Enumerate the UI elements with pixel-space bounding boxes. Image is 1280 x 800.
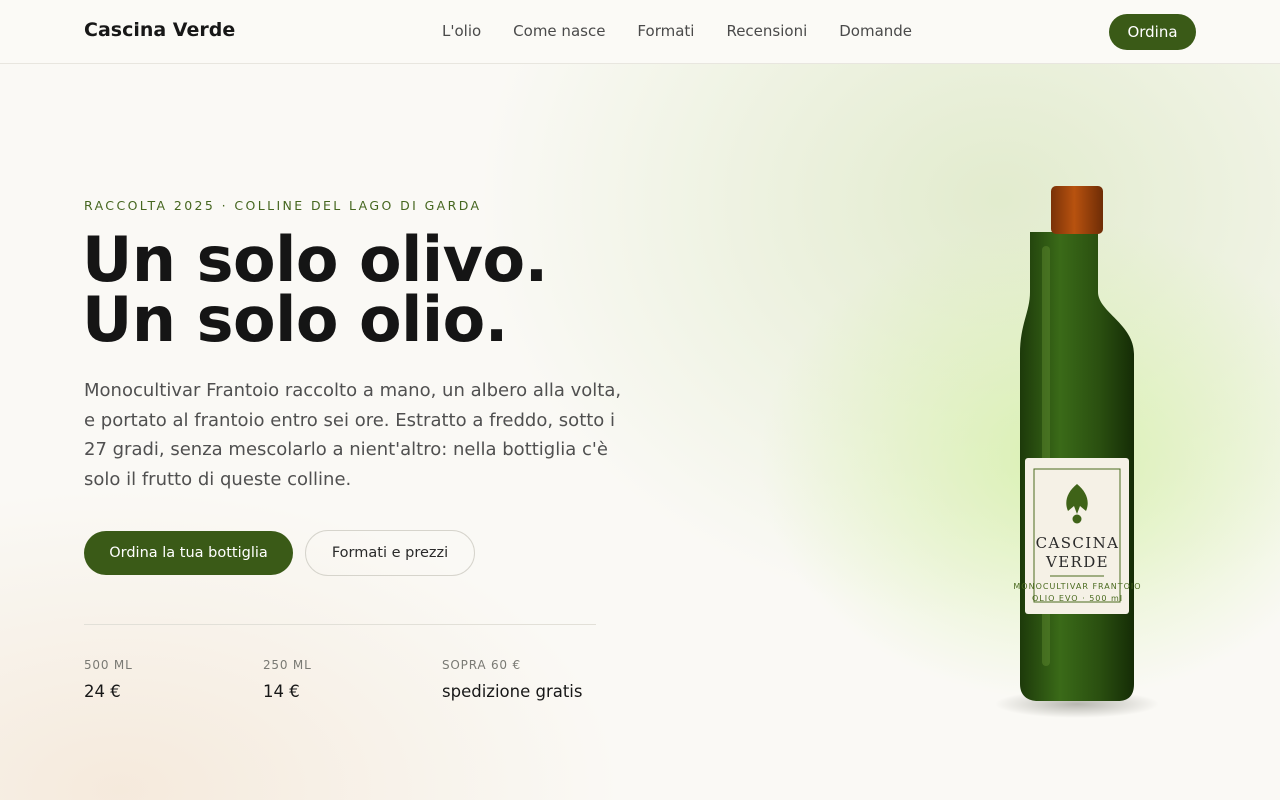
stat-250ml: 250 ML 14 € <box>263 658 312 701</box>
bottle-illustration <box>995 186 1159 718</box>
hero-eyebrow: RACCOLTA 2025 · COLLINE DEL LAGO DI GARD… <box>84 198 482 213</box>
order-bottle-button[interactable]: Ordina la tua bottiglia <box>84 531 293 575</box>
bottle-cap <box>1051 186 1103 234</box>
bottle-label-brand-line-1: CASCINA <box>1035 534 1120 552</box>
nav-link-come-nasce[interactable]: Come nasce <box>513 22 605 40</box>
stat-label: SOPRA 60 € <box>442 658 521 672</box>
bottle-label-brand: CASCINA VERDE <box>990 534 1165 572</box>
stat-500ml: 500 ML 24 € <box>84 658 133 701</box>
nav-link-olio[interactable]: L'olio <box>442 22 481 40</box>
stat-label: 250 ML <box>263 658 312 672</box>
olive-dot-icon <box>1072 514 1082 524</box>
hero-title-line-1: Un solo olivo. <box>82 223 548 296</box>
bottle-label-brand-line-2: VERDE <box>1045 553 1110 571</box>
hero-title: Un solo olivo. Un solo olio. <box>82 223 548 356</box>
stat-free-shipping: SOPRA 60 € spedizione gratis <box>442 658 583 701</box>
hero-title-line-2: Un solo olio. <box>82 283 508 356</box>
nav-link-domande[interactable]: Domande <box>839 22 912 40</box>
bottle-label-sub-line-1: MONOCULTIVAR FRANTOIO <box>1013 582 1142 591</box>
olive-oil-bottle: CASCINA VERDE MONOCULTIVAR FRANTOIO OLIO… <box>990 184 1170 724</box>
stat-label: 500 ML <box>84 658 133 672</box>
nav-link-formati[interactable]: Formati <box>637 22 694 40</box>
hero-description: Monocultivar Frantoio raccolto a mano, u… <box>84 380 622 490</box>
order-button[interactable]: Ordina <box>1109 14 1196 50</box>
bottle-label-subtitle: MONOCULTIVAR FRANTOIO OLIO EVO · 500 ml <box>990 581 1165 605</box>
nav-link-recensioni[interactable]: Recensioni <box>726 22 807 40</box>
main-nav: L'olio Come nasce Formati Recensioni Dom… <box>442 22 912 40</box>
top-navbar: Cascina Verde L'olio Come nasce Formati … <box>0 0 1280 64</box>
stats-divider <box>84 624 596 625</box>
stat-value: spedizione gratis <box>442 682 583 701</box>
brand-logo[interactable]: Cascina Verde <box>84 19 235 41</box>
hero-section: RACCOLTA 2025 · COLLINE DEL LAGO DI GARD… <box>0 64 1280 800</box>
stat-value: 14 € <box>263 682 300 701</box>
formats-prices-button[interactable]: Formati e prezzi <box>305 530 475 576</box>
bottle-label-sub-line-2: OLIO EVO · 500 ml <box>1031 594 1124 603</box>
stat-value: 24 € <box>84 682 121 701</box>
